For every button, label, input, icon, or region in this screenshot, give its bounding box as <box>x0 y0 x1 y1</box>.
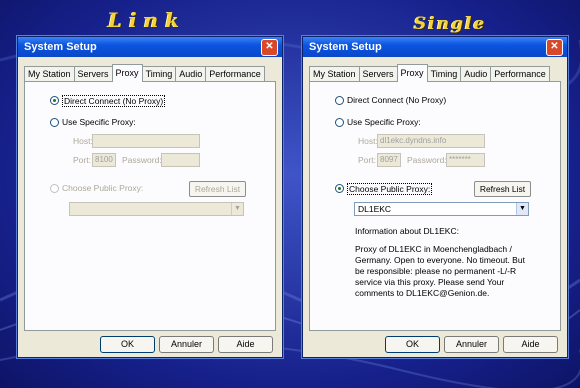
public-proxy-label: Choose Public Proxy: <box>62 183 144 193</box>
direct-connect-label: Direct Connect (No Proxy) <box>347 95 447 105</box>
direct-connect-label: Direct Connect (No Proxy) <box>62 95 166 107</box>
dialog-title: System Setup <box>309 41 382 53</box>
use-specific-proxy-radio[interactable] <box>50 118 59 127</box>
dialog-titlebar: System Setup ✕ <box>303 37 567 57</box>
tab-audio[interactable]: Audio <box>460 66 492 81</box>
tab-performance[interactable]: Performance <box>490 66 550 81</box>
direct-connect-radio[interactable] <box>50 96 59 105</box>
port-input[interactable]: 8100 <box>92 153 116 167</box>
tab-audio[interactable]: Audio <box>175 66 207 81</box>
host-input[interactable] <box>92 134 200 148</box>
ok-button[interactable]: OK <box>100 336 155 353</box>
host-label: Host: <box>358 136 378 146</box>
right-dialog: System Setup ✕ My Station Servers Proxy … <box>302 36 568 358</box>
tab-timing[interactable]: Timing <box>426 66 462 81</box>
dialog-title: System Setup <box>24 41 97 53</box>
tab-my-station[interactable]: My Station <box>24 66 75 81</box>
tab-strip: My Station Servers Proxy Timing Audio Pe… <box>24 64 265 82</box>
public-proxy-select-value: DL1EKC <box>358 204 392 214</box>
proxy-panel: Direct Connect (No Proxy) Use Specific P… <box>309 81 561 331</box>
chevron-down-icon[interactable]: ▼ <box>516 203 528 215</box>
close-icon[interactable]: ✕ <box>261 39 278 56</box>
use-specific-proxy-label: Use Specific Proxy: <box>62 117 136 127</box>
info-text: Proxy of DL1EKC in Moenchengladbach / Ge… <box>355 244 525 298</box>
info-title: Information about DL1EKC: <box>355 226 459 236</box>
host-input[interactable]: dl1ekc.dyndns.info <box>377 134 485 148</box>
use-specific-proxy-radio[interactable] <box>335 118 344 127</box>
help-button[interactable]: Aide <box>503 336 558 353</box>
public-proxy-radio[interactable] <box>50 184 59 193</box>
left-dialog: System Setup ✕ My Station Servers Proxy … <box>17 36 283 358</box>
caption-single: Single <box>414 14 487 34</box>
use-specific-proxy-label: Use Specific Proxy: <box>347 117 421 127</box>
tab-timing[interactable]: Timing <box>141 66 177 81</box>
direct-connect-radio[interactable] <box>335 96 344 105</box>
password-input[interactable] <box>161 153 200 167</box>
proxy-panel: Direct Connect (No Proxy) Use Specific P… <box>24 81 276 331</box>
ok-button[interactable]: OK <box>385 336 440 353</box>
host-label: Host: <box>73 136 93 146</box>
password-input[interactable]: ******* <box>446 153 485 167</box>
help-button[interactable]: Aide <box>218 336 273 353</box>
tab-servers[interactable]: Servers <box>358 66 398 81</box>
cancel-button[interactable]: Annuler <box>444 336 499 353</box>
refresh-list-button[interactable]: Refresh List <box>474 181 531 197</box>
tab-proxy[interactable]: Proxy <box>111 64 143 82</box>
caption-link: Link <box>108 8 187 32</box>
dialog-titlebar: System Setup ✕ <box>18 37 282 57</box>
public-proxy-radio[interactable] <box>335 184 344 193</box>
tab-performance[interactable]: Performance <box>205 66 265 81</box>
password-label: Password: <box>407 155 447 165</box>
public-proxy-select[interactable]: DL1EKC ▼ <box>354 202 529 216</box>
port-input[interactable]: 8097 <box>377 153 401 167</box>
public-proxy-label: Choose Public Proxy: <box>347 183 433 195</box>
cancel-button[interactable]: Annuler <box>159 336 214 353</box>
port-label: Port: <box>73 155 91 165</box>
tab-strip: My Station Servers Proxy Timing Audio Pe… <box>309 64 550 82</box>
port-label: Port: <box>358 155 376 165</box>
tab-proxy[interactable]: Proxy <box>396 64 428 82</box>
password-label: Password: <box>122 155 162 165</box>
tab-my-station[interactable]: My Station <box>309 66 360 81</box>
refresh-list-button[interactable]: Refresh List <box>189 181 246 197</box>
public-proxy-select[interactable]: ▼ <box>69 202 244 216</box>
chevron-down-icon[interactable]: ▼ <box>231 203 243 215</box>
tab-servers[interactable]: Servers <box>73 66 113 81</box>
close-icon[interactable]: ✕ <box>546 39 563 56</box>
